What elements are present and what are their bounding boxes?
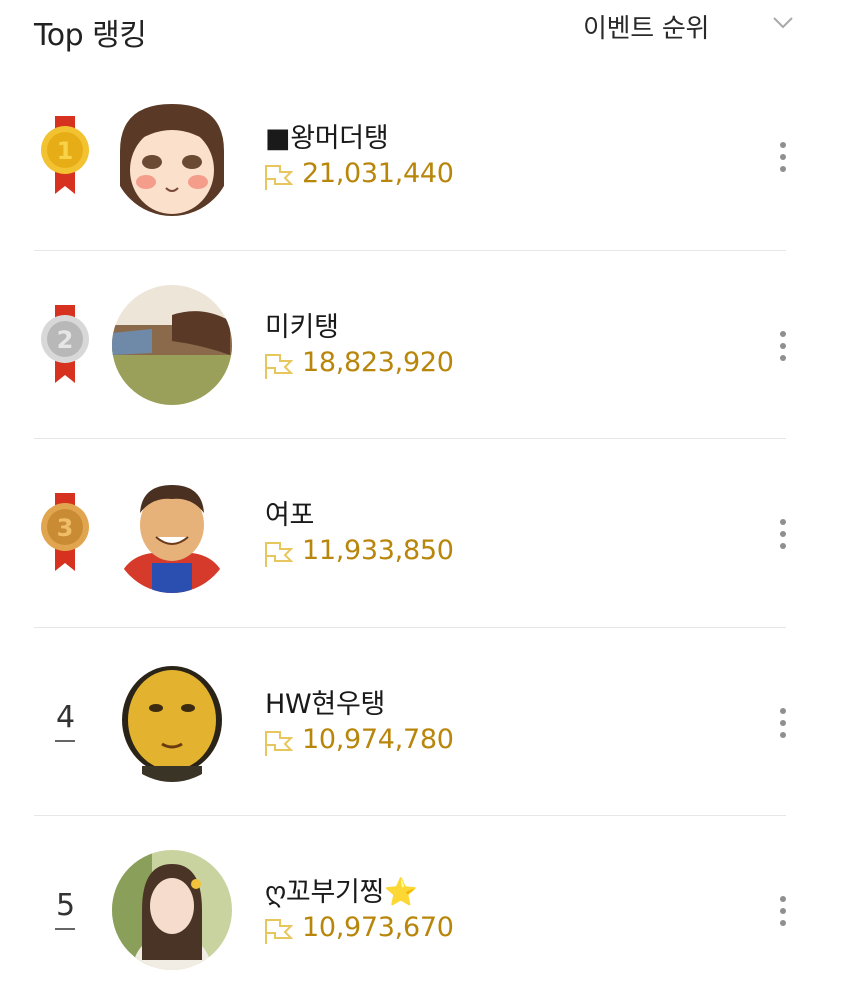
ranking-header: Top 랭킹 이벤트 순위	[0, 0, 850, 62]
rank-number: 5	[34, 888, 94, 978]
ranking-row-4[interactable]: 4 HW현우탱 10,974,780	[0, 628, 850, 816]
score-value: 11,933,850	[302, 535, 454, 566]
rank-number: 4	[34, 700, 94, 790]
avatar[interactable]	[112, 285, 232, 405]
score-value: 10,974,780	[302, 724, 454, 755]
more-options-button[interactable]	[770, 327, 796, 367]
rank-underline	[55, 740, 75, 742]
user-name[interactable]: 미키탱	[265, 305, 339, 344]
rank-number-text: 5	[56, 888, 76, 923]
chevron-down-icon[interactable]	[770, 12, 796, 32]
flag-icon	[265, 165, 293, 190]
silver-medal-icon: 2	[41, 305, 89, 383]
ranking-row-3[interactable]: 3 여포 11,933,850	[0, 439, 850, 627]
flag-icon	[265, 542, 293, 567]
rank-badge-1: 1	[34, 114, 94, 204]
svg-text:3: 3	[57, 514, 74, 542]
user-name[interactable]: ■왕머더탱	[265, 116, 389, 155]
svg-text:2: 2	[57, 326, 74, 354]
score-value: 21,031,440	[302, 158, 454, 189]
more-options-button[interactable]	[770, 704, 796, 744]
gold-medal-icon: 1	[41, 116, 89, 194]
rank-badge-2: 2	[34, 303, 94, 393]
user-name[interactable]: 여포	[265, 493, 314, 532]
sort-dropdown-label[interactable]: 이벤트 순위	[583, 8, 709, 45]
user-name[interactable]: ღ꼬부기찡⭐	[265, 870, 418, 909]
ranking-row-1[interactable]: 1 ■왕머더탱 21,031,440	[0, 62, 850, 250]
score-value: 18,823,920	[302, 347, 454, 378]
ranking-row-5[interactable]: 5 ღ꼬부기찡⭐ 10,973,670	[0, 816, 850, 1004]
more-options-button[interactable]	[770, 138, 796, 178]
more-options-button[interactable]	[770, 515, 796, 555]
score-value: 10,973,670	[302, 912, 454, 943]
avatar[interactable]	[112, 96, 232, 216]
avatar[interactable]	[112, 473, 232, 593]
more-options-button[interactable]	[770, 892, 796, 932]
avatar[interactable]	[112, 850, 232, 970]
ranking-row-2[interactable]: 2 미키탱 18,823,920	[0, 251, 850, 439]
rank-underline	[55, 928, 75, 930]
rank-badge-3: 3	[34, 491, 94, 581]
user-name[interactable]: HW현우탱	[265, 682, 385, 721]
page-title: Top 랭킹	[34, 18, 147, 53]
rank-number-text: 4	[56, 700, 76, 735]
flag-icon	[265, 354, 293, 379]
flag-icon	[265, 731, 293, 756]
bronze-medal-icon: 3	[41, 493, 89, 571]
avatar[interactable]	[112, 662, 232, 782]
flag-icon	[265, 919, 293, 944]
svg-text:1: 1	[57, 137, 74, 165]
